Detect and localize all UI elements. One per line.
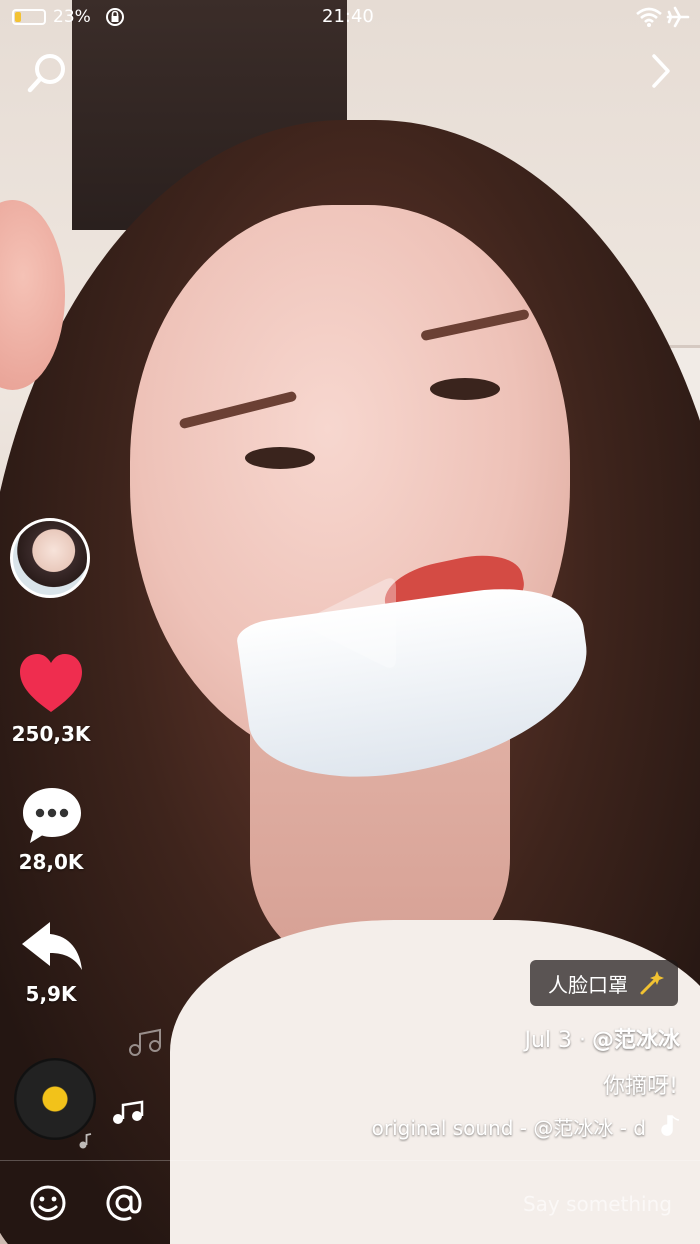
music-note-icon [658, 1114, 680, 1142]
emoji-icon [30, 1185, 66, 1221]
next-button[interactable] [640, 50, 682, 92]
wifi-icon [636, 7, 662, 31]
play-button[interactable] [300, 568, 400, 678]
music-note-icon [128, 1028, 164, 1062]
music-track-label: original sound - @范冰冰 - d [371, 1116, 646, 1140]
comment-input[interactable] [320, 1188, 674, 1220]
post-caption: 你摘呀! [603, 1074, 678, 1099]
mention-button[interactable] [104, 1183, 144, 1223]
play-icon [307, 578, 396, 668]
search-icon [27, 54, 65, 93]
share-button[interactable] [20, 918, 84, 974]
status-bar: 23% 21:40 [0, 0, 700, 34]
author-line[interactable]: Jul 3 · @范冰冰 [524, 1022, 680, 1054]
clock: 21:40 [322, 6, 374, 27]
battery-fill [15, 12, 21, 22]
rotation-lock-icon [105, 7, 125, 31]
eye-shape [245, 447, 315, 469]
comment-button[interactable] [20, 785, 84, 847]
music-note-icon [78, 1133, 92, 1153]
music-note-icon [112, 1100, 144, 1130]
comment-bubble-icon [23, 788, 81, 843]
battery-percent: 23% [53, 7, 91, 27]
avatar[interactable] [10, 518, 90, 598]
search-button[interactable] [25, 50, 71, 96]
music-disc-button[interactable] [14, 1058, 96, 1140]
post-date: Jul 3 · [524, 1028, 586, 1053]
music-track[interactable]: original sound - @范冰冰 - d [340, 1112, 680, 1142]
like-count: 250,3K [11, 722, 91, 746]
at-icon [106, 1185, 142, 1221]
emoji-button[interactable] [28, 1183, 68, 1223]
effect-tag[interactable]: 人脸口罩 [530, 960, 678, 1006]
eye-shape [430, 378, 500, 400]
author-name[interactable]: @范冰冰 [592, 1028, 680, 1053]
battery-icon [12, 9, 46, 25]
magic-wand-icon [638, 969, 666, 997]
chevron-right-icon [652, 54, 670, 88]
airplane-icon [666, 6, 690, 32]
heart-icon [20, 654, 82, 712]
divider [0, 1160, 700, 1161]
share-count: 5,9K [25, 982, 77, 1006]
effect-label: 人脸口罩 [548, 972, 628, 997]
share-arrow-icon [22, 922, 82, 970]
like-button[interactable] [18, 652, 84, 718]
comment-count: 28,0K [18, 850, 84, 874]
